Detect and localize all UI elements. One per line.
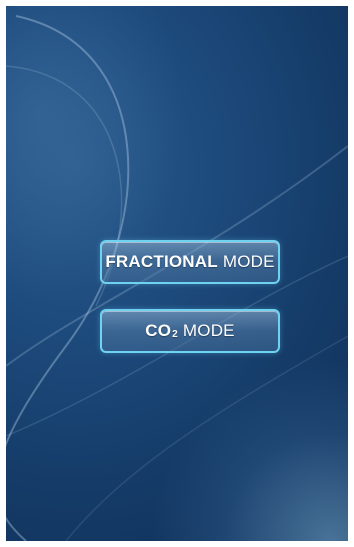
- co2-mode-bold-label: CO: [145, 321, 172, 340]
- co2-mode-button[interactable]: CO 2 MODE: [100, 309, 280, 353]
- fractional-mode-bold-label: FRACTIONAL: [105, 252, 218, 271]
- co2-mode-light-label: MODE: [182, 321, 235, 340]
- co2-mode-subscript: 2: [172, 328, 178, 340]
- fractional-mode-button[interactable]: FRACTIONAL MODE: [100, 240, 280, 284]
- fractional-mode-light-label: MODE: [222, 252, 275, 271]
- app-screen: FRACTIONAL MODE CO 2 MODE: [6, 6, 348, 541]
